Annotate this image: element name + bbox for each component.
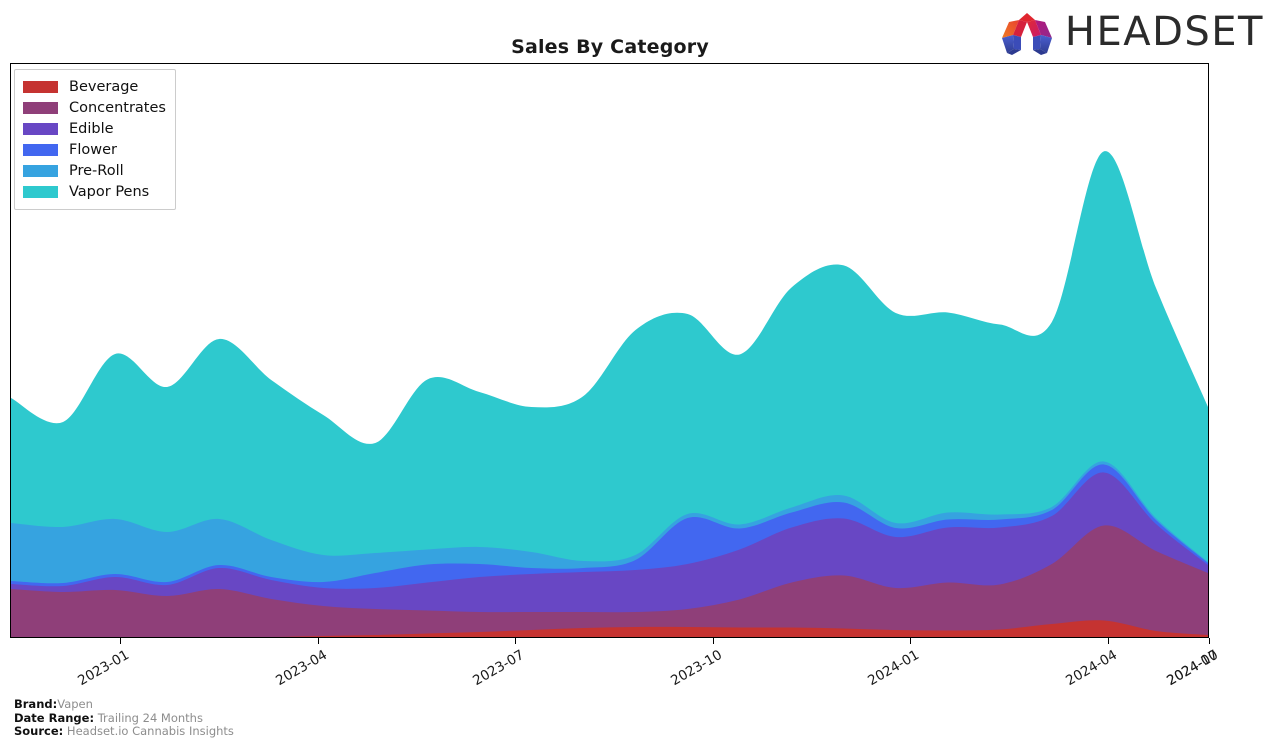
chart-footnotes: Brand:Vapen Date Range: Trailing 24 Mont… <box>14 697 234 739</box>
legend-item-beverage[interactable]: Beverage <box>23 76 166 97</box>
legend-label-flower: Flower <box>69 141 117 158</box>
legend-label-beverage: Beverage <box>69 78 139 95</box>
x-axis-tick <box>318 638 319 644</box>
legend-label-concentrates: Concentrates <box>69 99 166 116</box>
legend-swatch-edible <box>23 122 58 135</box>
x-axis-tick <box>515 638 516 644</box>
footnote-date-range-value: Trailing 24 Months <box>97 710 203 725</box>
x-axis-tick-label: 2024-10 <box>1164 647 1221 690</box>
legend-label-pre-roll: Pre-Roll <box>69 162 124 179</box>
x-axis-tick-label: 2024-04 <box>1063 647 1120 690</box>
legend-swatch-concentrates <box>23 101 58 114</box>
footnote-date-range: Date Range: Trailing 24 Months <box>14 710 234 726</box>
footnote-source-key: Source: <box>14 724 64 738</box>
footnote-brand-value: Vapen <box>57 697 93 711</box>
chart-legend: Beverage Concentrates Edible Flower Pre-… <box>14 69 176 210</box>
x-axis-tick-label: 2023-01 <box>75 647 132 690</box>
x-axis-tick <box>910 638 911 644</box>
footnote-brand-key: Brand: <box>14 697 58 711</box>
legend-item-concentrates[interactable]: Concentrates <box>23 97 166 118</box>
legend-item-flower[interactable]: Flower <box>23 139 166 160</box>
stacked-area-chart <box>11 151 1208 637</box>
x-axis-tick-label: 2023-10 <box>668 647 725 690</box>
legend-item-edible[interactable]: Edible <box>23 118 166 139</box>
x-axis-tick <box>1209 638 1210 644</box>
footnote-source: Source: Headset.io Cannabis Insights <box>14 724 234 739</box>
legend-item-pre-roll[interactable]: Pre-Roll <box>23 160 166 181</box>
x-axis-tick-label: 2024-01 <box>865 647 922 690</box>
legend-swatch-pre-roll <box>23 164 58 177</box>
x-axis-tick <box>1108 638 1109 644</box>
x-axis-tick <box>1209 638 1210 644</box>
x-axis-tick-label: 2023-04 <box>273 647 330 690</box>
legend-label-edible: Edible <box>69 120 114 137</box>
x-axis-tick-label: 2023-07 <box>470 647 527 690</box>
footnote-brand: Brand:Vapen <box>14 697 234 712</box>
x-axis-tick <box>120 638 121 644</box>
footnote-date-range-key: Date Range: <box>14 710 95 725</box>
footnote-source-value: Headset.io Cannabis Insights <box>66 724 234 738</box>
legend-swatch-vapor-pens <box>23 185 58 198</box>
legend-swatch-beverage <box>23 80 58 93</box>
legend-label-vapor-pens: Vapor Pens <box>69 183 150 200</box>
chart-plot-area <box>10 63 1209 638</box>
headset-logo: HEADSET <box>997 8 1264 56</box>
x-axis-tick <box>713 638 714 644</box>
legend-swatch-flower <box>23 143 58 156</box>
x-axis-tick-label: 2024-07 <box>1164 647 1221 690</box>
headset-arch-logo-icon <box>1001 13 1052 55</box>
legend-item-vapor-pens[interactable]: Vapor Pens <box>23 181 166 202</box>
logo-wordmark: HEADSET <box>1064 9 1264 55</box>
